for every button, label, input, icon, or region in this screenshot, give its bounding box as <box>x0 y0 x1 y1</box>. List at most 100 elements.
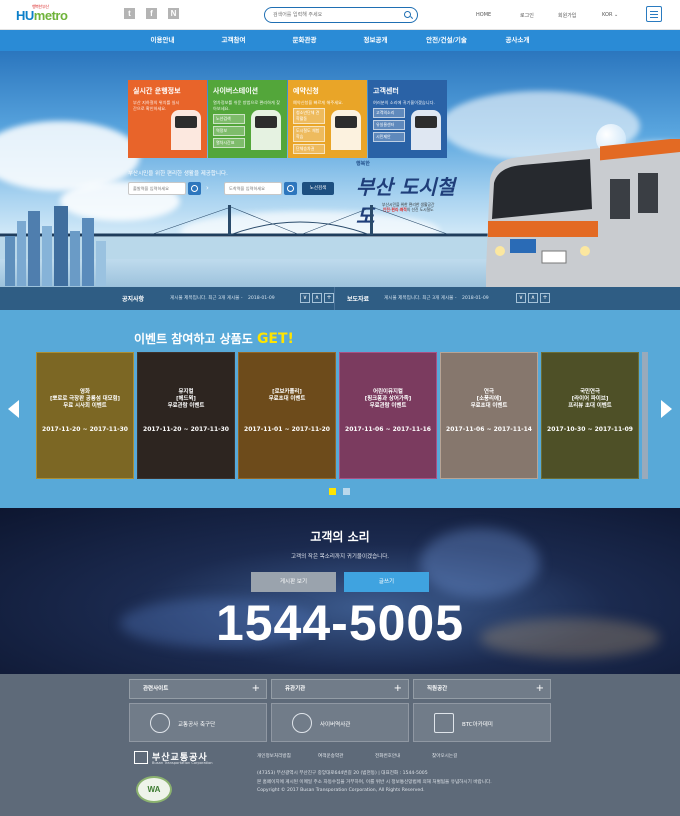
signup-link[interactable]: 회원가입 <box>558 12 576 19</box>
event-title: 이벤트 참여하고 상품도 GET! <box>134 330 294 347</box>
end-search-button[interactable] <box>284 182 297 195</box>
corporation-logo-icon <box>134 751 148 764</box>
event-poster[interactable]: 연극 [소풍리에] 무료초대 이벤트 2017-11-06 ~ 2017-11-1… <box>440 352 538 479</box>
event-poster-date: 2017-11-20 ~ 2017-11-30 <box>42 426 128 433</box>
tile-button[interactable]: 청소년단체 견학활동 <box>293 108 325 124</box>
hero-tagline: 부산시민을 위한 편리한 생활을 제공합니다. <box>128 171 228 177</box>
press-text[interactable]: 게시물 제목입니다. 최근 3개 게시물 - 2018-01-09 <box>384 295 489 301</box>
related-sites-dropdown[interactable]: 관련사이트 + <box>129 679 267 699</box>
search-input[interactable] <box>273 10 398 20</box>
card-label: BTC아카데미 <box>462 722 493 728</box>
press-next-button[interactable]: ∨ <box>516 293 526 303</box>
swap-arrow-icon: › <box>206 184 209 192</box>
notice-text[interactable]: 게시물 제목입니다. 최근 3개 게시물 - 2018-01-09 <box>170 295 275 301</box>
staff-space-dropdown[interactable]: 직원공간 + <box>413 679 551 699</box>
home-link[interactable]: HOME <box>476 12 491 18</box>
tile-button[interactable]: 도시철도 체험학습 <box>293 126 325 142</box>
plus-icon: + <box>535 683 544 694</box>
card-label: 교통공사 축구단 <box>178 722 216 728</box>
dropdown-label: 직원공간 <box>427 686 448 692</box>
logo-main: HU <box>16 8 34 23</box>
footer-link-location[interactable]: 찾아오시는길 <box>432 753 457 759</box>
nav-item-culture[interactable]: 문화관광 <box>269 30 340 51</box>
hamburger-icon <box>650 11 658 12</box>
event-poster[interactable]: 어린이뮤지컬 [핑크퐁과 상어가족] 무료관람 이벤트 2017-11-06 ~ … <box>339 352 437 479</box>
facebook-icon[interactable]: f <box>146 8 157 19</box>
naver-blog-icon[interactable]: N <box>168 8 179 19</box>
nav-item-guide[interactable]: 이용안내 <box>127 30 198 51</box>
event-poster-partial <box>642 352 648 479</box>
tile-title: 실시간 운행정보 <box>133 87 181 95</box>
route-search-button[interactable]: 노선검색 <box>302 182 334 195</box>
event-poster-title: 연극 [소풍리에] 무료초대 이벤트 <box>470 389 508 409</box>
write-button[interactable]: 글쓰기 <box>344 572 429 592</box>
building-icon <box>434 713 454 733</box>
nav-item-participation[interactable]: 고객참여 <box>198 30 269 51</box>
footer-link-terms[interactable]: 여객운송약관 <box>318 753 343 759</box>
notice-prev-button[interactable]: ∧ <box>312 293 322 303</box>
nav-item-safety[interactable]: 안전/건설/기술 <box>411 30 482 51</box>
tile-button[interactable]: 단체승차권 <box>293 144 325 154</box>
event-poster[interactable]: [로보카폴리] 무료초대 이벤트 2017-11-01 ~ 2017-11-20 <box>238 352 336 479</box>
related-orgs-dropdown[interactable]: 유관기관 + <box>271 679 409 699</box>
dropdown-label: 유관기관 <box>285 686 306 692</box>
cyber-history-card[interactable]: 사이버역사관 <box>271 703 409 742</box>
nav-item-about[interactable]: 공사소개 <box>482 30 553 51</box>
poster-overlay <box>441 353 537 478</box>
tile-button[interactable]: 유실물센터 <box>373 120 405 130</box>
event-poster-date: 2017-11-20 ~ 2017-11-30 <box>143 426 229 433</box>
event-next-arrow-icon[interactable] <box>661 400 672 418</box>
tile-cyberstation[interactable]: 사이버스테이션 열차정보를 쉬운 방법으로 편리하게 찾아보세요. 노선검색 역… <box>208 80 287 158</box>
footer-link-phone[interactable]: 전화번호안내 <box>375 753 400 759</box>
start-station-input[interactable] <box>129 183 185 194</box>
press-more-button[interactable]: + <box>540 293 550 303</box>
poster-overlay <box>37 353 133 478</box>
soccer-team-card[interactable]: 교통공사 축구단 <box>129 703 267 742</box>
press-title: 보도자료 <box>347 296 370 303</box>
chevron-down-icon: ⌄ <box>614 12 619 18</box>
search-box <box>264 7 418 23</box>
notice-next-button[interactable]: ∨ <box>300 293 310 303</box>
event-poster-date: 2017-11-01 ~ 2017-11-20 <box>244 426 330 433</box>
tile-title: 고객센터 <box>373 87 399 95</box>
login-link[interactable]: 로그인 <box>520 12 534 19</box>
event-poster-title: 뮤지컬 [헤드윅] 무료관람 이벤트 <box>167 389 205 409</box>
event-prev-arrow-icon[interactable] <box>8 400 19 418</box>
tile-reservation[interactable]: 예약신청 예약신청을 빠르게 해주세요. 청소년단체 견학활동 도시철도 체험학… <box>288 80 367 158</box>
tile-button[interactable]: 노선검색 <box>213 114 245 124</box>
web-accessibility-badge[interactable]: WA <box>136 776 172 803</box>
event-title-text: 이벤트 참여하고 상품도 <box>134 332 257 346</box>
tile-button[interactable]: 역정보 <box>213 126 245 136</box>
view-board-button[interactable]: 게시판 보기 <box>251 572 336 592</box>
notice-more-button[interactable]: + <box>324 293 334 303</box>
card-label: 사이버역사관 <box>320 722 351 728</box>
soccer-ball-icon <box>150 713 170 733</box>
menu-button[interactable] <box>646 6 662 22</box>
footer-link-privacy[interactable]: 개인정보처리방침 <box>257 753 291 759</box>
event-poster-title: [로보카폴리] 무료초대 이벤트 <box>268 389 306 402</box>
event-poster[interactable]: 뮤지컬 [헤드윅] 무료관람 이벤트 2017-11-20 ~ 2017-11-3… <box>137 352 235 479</box>
twitter-icon[interactable]: t <box>124 8 135 19</box>
notice-date: 2018-01-09 <box>247 296 275 301</box>
search-icon[interactable] <box>404 11 411 18</box>
tile-button[interactable]: 열차시간표 <box>213 138 245 148</box>
poster-overlay <box>239 353 335 478</box>
tile-button[interactable]: 시민제안 <box>373 132 405 142</box>
start-search-button[interactable] <box>188 182 201 195</box>
btc-academy-card[interactable]: BTC아카데미 <box>413 703 551 742</box>
nav-item-disclosure[interactable]: 정보공개 <box>340 30 411 51</box>
end-station-input[interactable] <box>225 183 281 194</box>
site-logo[interactable]: 행복한 부산 HUmetro <box>16 4 68 23</box>
slider-dot-active[interactable] <box>329 488 336 495</box>
slider-dot[interactable] <box>343 488 350 495</box>
tile-customer-center[interactable]: 고객센터 여러분의 소리에 귀기울이겠습니다. 고객의소리 유실물센터 시민제안 <box>368 80 447 158</box>
footer-logo-en: Busan Transportation Corporation <box>152 761 213 765</box>
tile-button[interactable]: 고객의소리 <box>373 108 405 118</box>
language-select[interactable]: KOR ⌄ <box>602 12 618 18</box>
event-poster[interactable]: 국민연극 [라이어 파이브] 프리뷰 초대 이벤트 2017-10-30 ~ 20… <box>541 352 639 479</box>
poster-overlay <box>542 353 638 478</box>
tile-realtime[interactable]: 실시간 운행정보 부산 지하철의 위치를 실시간으로 확인하세요. <box>128 80 207 158</box>
dropdown-label: 관련사이트 <box>143 686 169 692</box>
event-poster[interactable]: 영화 [뽀로로 극장판 공룡섬 대모험] 무료 시사회 이벤트 2017-11-2… <box>36 352 134 479</box>
press-prev-button[interactable]: ∧ <box>528 293 538 303</box>
